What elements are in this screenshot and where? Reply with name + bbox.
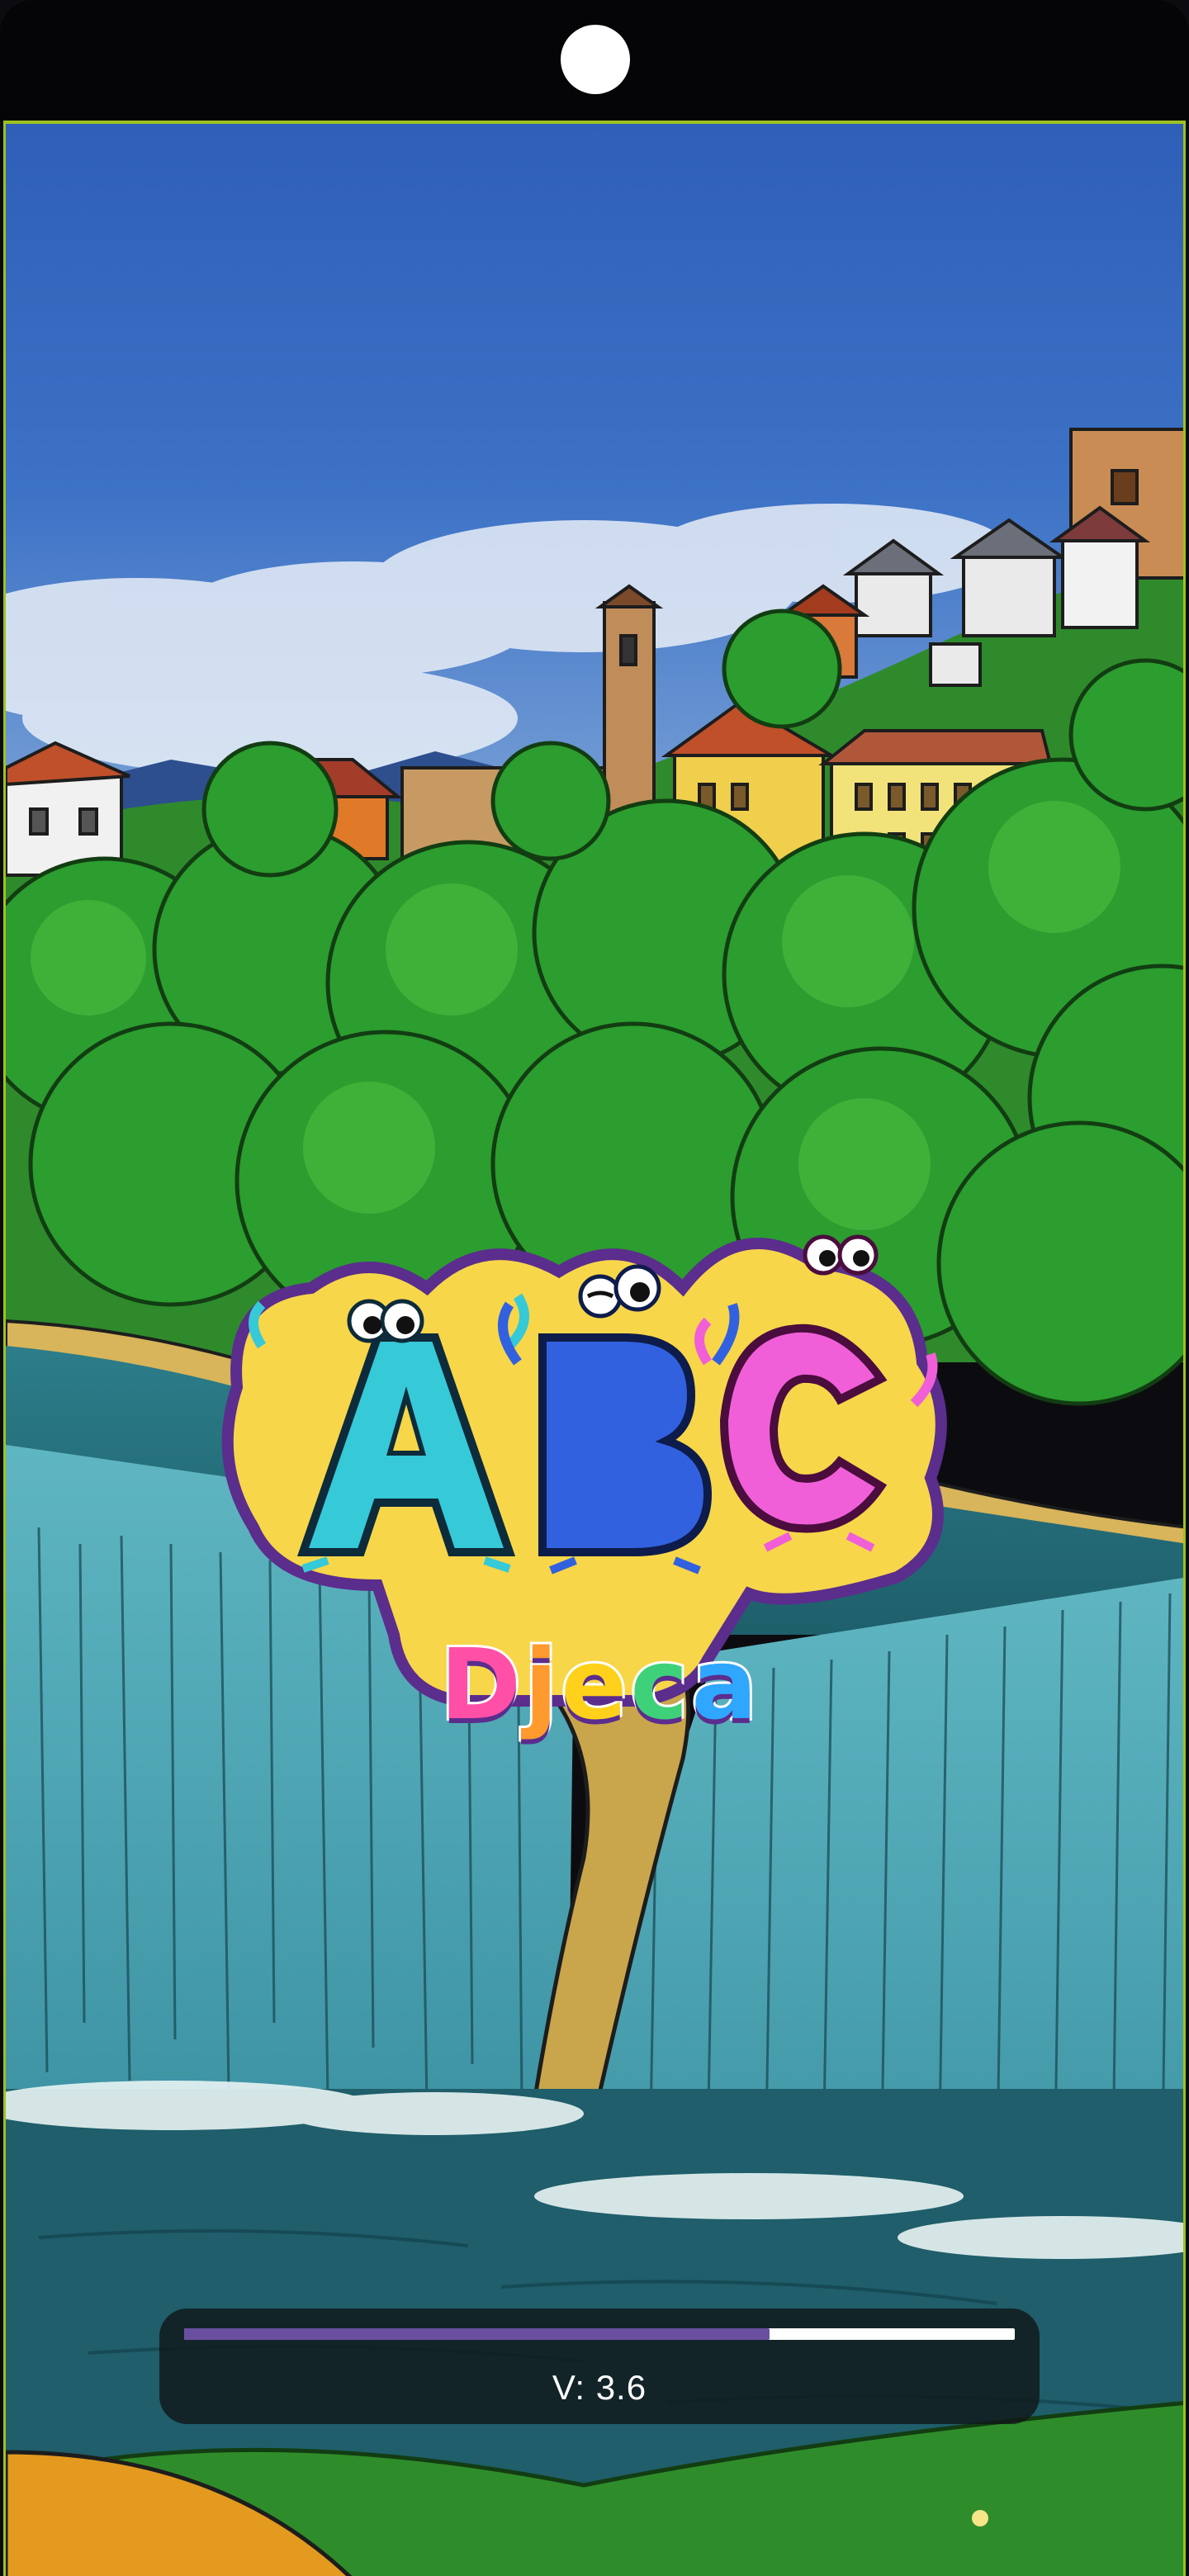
status-bar <box>0 0 1189 121</box>
logo-wordmark: Djeca <box>419 1625 782 1744</box>
logo-word-letter-4: c <box>628 1625 692 1744</box>
front-camera-icon <box>561 25 630 94</box>
progress-bar-fill <box>184 2328 770 2340</box>
version-label: V: 3.6 <box>552 2368 647 2407</box>
logo-word-letter-3: e <box>558 1625 631 1744</box>
splash-screen: Djeca V: 3.6 <box>3 121 1186 2576</box>
progress-bar <box>184 2328 1015 2340</box>
app-logo: Djeca <box>212 1197 980 1825</box>
loading-panel: V: 3.6 <box>159 2308 1040 2424</box>
logo-word-letter-2: j <box>522 1625 561 1744</box>
logo-word-letter-1: D <box>438 1625 524 1744</box>
device-frame: Djeca V: 3.6 <box>0 0 1189 2576</box>
logo-word-letter-5: a <box>689 1625 761 1744</box>
